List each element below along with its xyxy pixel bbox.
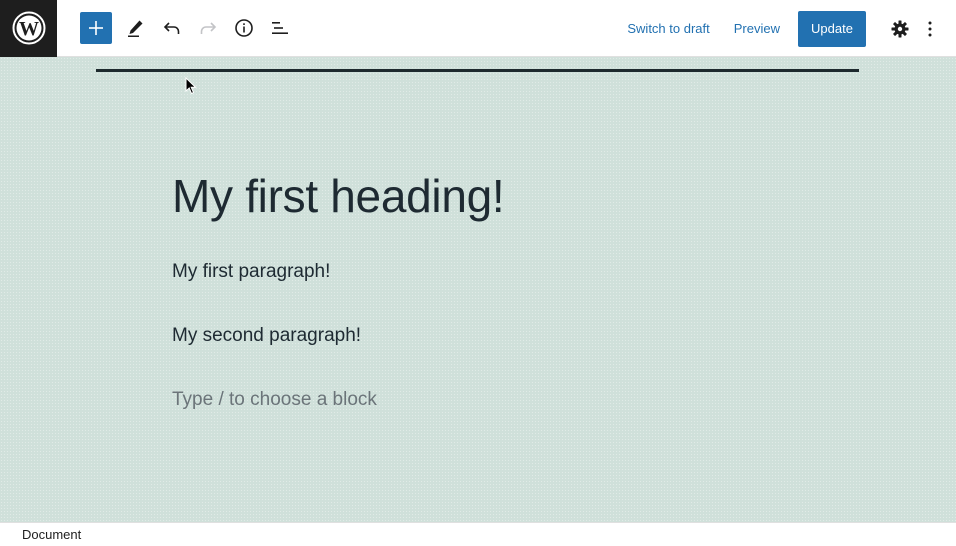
settings-button[interactable] (882, 11, 918, 47)
plus-icon (89, 21, 103, 35)
header-settings: Switch to draft Preview Update (615, 0, 956, 57)
breadcrumb-document[interactable]: Document (22, 527, 81, 542)
separator-block[interactable] (96, 69, 859, 72)
pencil-icon (128, 20, 143, 37)
switch-to-draft-button[interactable]: Switch to draft (615, 12, 721, 46)
gear-icon (891, 20, 909, 37)
list-view-icon (272, 22, 288, 34)
options-button[interactable] (918, 11, 942, 47)
heading-block[interactable]: My first heading! (172, 169, 505, 223)
mouse-cursor-icon (185, 77, 197, 95)
preview-button[interactable]: Preview (722, 12, 792, 46)
update-button[interactable]: Update (798, 10, 866, 47)
undo-icon (163, 22, 180, 34)
wordpress-logo-icon[interactable]: W (0, 0, 57, 57)
header-toolbar (80, 10, 298, 46)
details-button[interactable] (226, 10, 262, 46)
block-appender-placeholder[interactable]: Type / to choose a block (172, 389, 377, 411)
editor-canvas[interactable]: My first heading! My first paragraph! My… (0, 57, 956, 522)
block-editor: W Switch to draft Preview Update My firs… (0, 0, 956, 546)
editor-header: W Switch to draft Preview Update (0, 0, 956, 57)
tools-button[interactable] (118, 10, 154, 46)
list-view-button[interactable] (262, 10, 298, 46)
svg-text:W: W (19, 18, 39, 40)
undo-button[interactable] (154, 10, 190, 46)
info-icon (235, 19, 253, 37)
add-block-button[interactable] (80, 12, 112, 44)
more-vertical-icon (928, 21, 932, 36)
redo-icon (200, 22, 217, 34)
editor-footer: Document (0, 522, 956, 546)
redo-button[interactable] (190, 10, 226, 46)
paragraph-block[interactable]: My second paragraph! (172, 325, 361, 347)
paragraph-block[interactable]: My first paragraph! (172, 261, 330, 283)
